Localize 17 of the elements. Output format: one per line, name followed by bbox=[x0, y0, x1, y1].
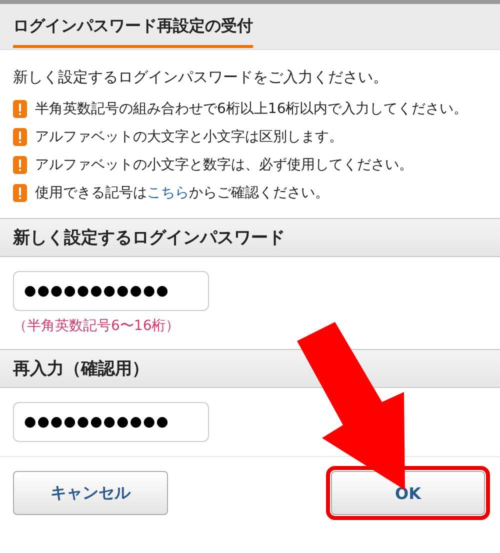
intro-text: 新しく設定するログインパスワードをご入力ください。 bbox=[13, 68, 389, 87]
hint-text: （半角英数記号6〜16桁） bbox=[13, 317, 181, 335]
password-field[interactable]: ●●●●●●●●●●● bbox=[13, 402, 209, 442]
warning-icon bbox=[13, 100, 27, 118]
section-heading: 再入力（確認用） bbox=[0, 349, 500, 388]
section-heading: 新しく設定するログインパスワード bbox=[0, 218, 500, 257]
warning-icon bbox=[13, 184, 27, 202]
link[interactable]: こちら bbox=[147, 185, 189, 201]
note-text: 使用できる記号はこちらからご確認ください。 bbox=[35, 184, 329, 203]
password-field[interactable]: ●●●●●●●●●●● bbox=[13, 271, 209, 311]
page-title: ログインパスワード再設定の受付 bbox=[13, 16, 253, 48]
note-text: アルファベットの大文字と小文字は区別します。 bbox=[35, 128, 343, 147]
warning-icon bbox=[13, 156, 27, 174]
cancel-button[interactable]: キャンセル bbox=[13, 471, 168, 515]
note-text: アルファベットの小文字と数字は、必ず使用してください。 bbox=[35, 156, 413, 175]
warning-icon bbox=[13, 128, 27, 146]
note-text: 半角英数記号の組み合わせで6桁以上16桁以内で入力してください。 bbox=[35, 100, 468, 119]
